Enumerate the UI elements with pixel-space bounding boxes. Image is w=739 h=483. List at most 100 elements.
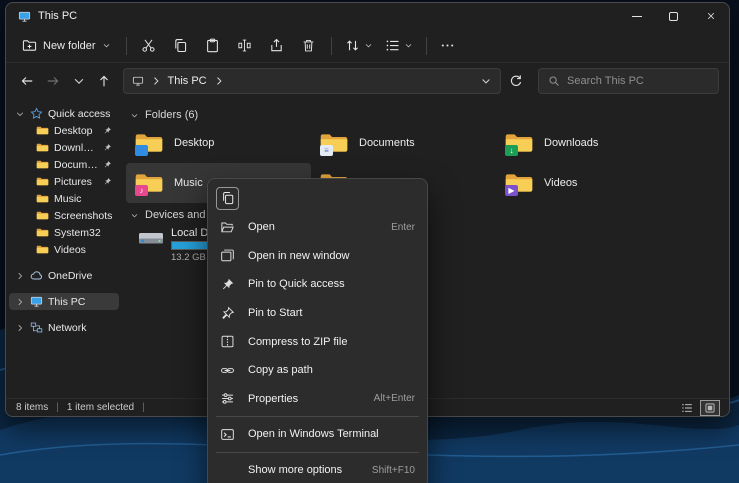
menu-item-copy-as-path[interactable]: Copy as path — [212, 356, 423, 385]
this-pc-icon — [132, 75, 144, 87]
menu-item-open[interactable]: OpenEnter — [212, 213, 423, 242]
videos-emblem-icon: ▶ — [505, 185, 518, 196]
chevron-down-icon — [130, 211, 139, 220]
chevron-down-icon — [15, 109, 25, 119]
thumbnail-view-button[interactable] — [701, 401, 719, 415]
downloads-emblem-icon: ↓ — [505, 145, 518, 156]
folder-tile-downloads[interactable]: ↓Downloads — [496, 123, 681, 163]
pin-icon — [220, 277, 238, 292]
chevron-right-icon — [150, 75, 162, 87]
cut-icon — [141, 38, 156, 53]
sidebar-item-network[interactable]: Network — [9, 319, 119, 336]
sidebar-item-screenshots[interactable]: Screenshots — [9, 207, 119, 224]
sidebar-item-downloads[interactable]: Downloads — [9, 139, 119, 156]
close-button[interactable] — [692, 3, 729, 29]
open-new-window-icon — [220, 248, 235, 263]
cloud-icon — [30, 269, 43, 282]
pin-icon — [103, 160, 112, 169]
toolbar-divider — [426, 37, 427, 55]
back-button[interactable] — [16, 69, 39, 93]
sidebar-item-videos[interactable]: Videos — [9, 241, 119, 258]
folder-icon-wrap: ♪ — [134, 171, 164, 195]
context-menu-items: OpenEnterOpen in new windowPin to Quick … — [212, 213, 423, 483]
pin-icon — [103, 177, 112, 186]
copy-button[interactable] — [166, 33, 196, 59]
documents-emblem-icon: ≡ — [320, 145, 333, 156]
menu-item-compress-to-zip-file[interactable]: Compress to ZIP file — [212, 327, 423, 356]
folder-tile-documents[interactable]: ≡ Documents — [311, 123, 496, 163]
arrow-up-icon — [97, 74, 111, 88]
pc-icon — [30, 295, 43, 308]
search-icon — [548, 75, 560, 87]
sidebar-item-onedrive[interactable]: OneDrive — [9, 267, 119, 284]
up-button[interactable] — [93, 69, 116, 93]
pin-icon — [220, 277, 235, 292]
menu-item-label: Open in Windows Terminal — [248, 428, 379, 440]
search-box[interactable] — [538, 68, 719, 94]
details-view-button[interactable] — [678, 401, 696, 415]
breadcrumb[interactable]: This PC — [168, 75, 207, 87]
toolbar-buttons — [134, 33, 324, 59]
sidebar-item-label: Screenshots — [54, 210, 112, 222]
chevron-right-icon — [15, 297, 25, 307]
delete-button[interactable] — [294, 33, 324, 59]
folders-section-header[interactable]: Folders (6) — [130, 109, 729, 121]
copy-quick-action-button[interactable] — [216, 187, 239, 210]
folders-header-label: Folders (6) — [145, 109, 198, 121]
folder-tile-videos[interactable]: ▶Videos — [496, 163, 681, 203]
sidebar-item-quick-access[interactable]: Quick access — [9, 105, 119, 122]
thumbnail-view-icon — [704, 402, 716, 414]
sidebar-item-label: Music — [54, 193, 81, 205]
folder-tile-desktop[interactable]: Desktop — [126, 123, 311, 163]
refresh-button[interactable] — [504, 69, 527, 93]
folder-icon-wrap: ▶ — [504, 171, 534, 195]
search-input[interactable] — [567, 75, 709, 87]
sort-button[interactable] — [339, 33, 379, 59]
cut-button[interactable] — [134, 33, 164, 59]
menu-item-open-in-new-window[interactable]: Open in new window — [212, 242, 423, 271]
chevron-down-icon — [72, 74, 86, 88]
menu-item-label: Open — [248, 221, 275, 233]
folder-icon — [36, 175, 49, 188]
maximize-button[interactable] — [655, 3, 692, 29]
sidebar-item-this-pc[interactable]: This PC — [9, 293, 119, 310]
pin-outline-icon — [220, 306, 235, 321]
pin-outline-icon — [220, 306, 238, 321]
menu-item-pin-to-start[interactable]: Pin to Start — [212, 299, 423, 328]
sidebar-item-music[interactable]: Music — [9, 190, 119, 207]
sidebar-item-system32[interactable]: System32 — [9, 224, 119, 241]
more-icon — [440, 38, 455, 53]
toolbar-divider — [126, 37, 127, 55]
address-dropdown-icon[interactable] — [480, 75, 492, 87]
menu-item-open-in-windows-terminal[interactable]: Open in Windows Terminal — [212, 420, 423, 449]
folder-name: Desktop — [174, 137, 214, 149]
sidebar-item-desktop[interactable]: Desktop — [9, 122, 119, 139]
menu-item-label: Compress to ZIP file — [248, 336, 347, 348]
more-options-button[interactable] — [434, 33, 462, 59]
folder-icon-wrap: ≡ — [319, 131, 349, 155]
minimize-icon — [632, 16, 642, 17]
address-bar[interactable]: This PC — [123, 68, 502, 94]
paste-button[interactable] — [198, 33, 228, 59]
forward-button[interactable] — [42, 69, 65, 93]
chevron-right-icon — [213, 75, 225, 87]
sort-icon — [345, 38, 360, 53]
share-button[interactable] — [262, 33, 292, 59]
rename-button[interactable] — [230, 33, 260, 59]
status-divider: | — [142, 402, 145, 413]
folder-name: Documents — [359, 137, 415, 149]
sidebar-item-pictures[interactable]: Pictures — [9, 173, 119, 190]
folder-icon — [36, 192, 49, 205]
menu-item-shortcut: Alt+Enter — [374, 393, 415, 404]
title-bar: This PC — [6, 3, 729, 29]
minimize-button[interactable] — [618, 3, 655, 29]
view-button[interactable] — [379, 33, 419, 59]
menu-item-label: Pin to Start — [248, 307, 302, 319]
menu-item-pin-to-quick-access[interactable]: Pin to Quick access — [212, 270, 423, 299]
menu-item-show-more-options[interactable]: Show more optionsShift+F10 — [212, 456, 423, 483]
sidebar-item-documents[interactable]: Documents — [9, 156, 119, 173]
new-folder-button[interactable]: New folder — [14, 34, 119, 57]
menu-item-properties[interactable]: PropertiesAlt+Enter — [212, 385, 423, 414]
properties-icon — [220, 391, 238, 406]
recent-locations-button[interactable] — [67, 69, 90, 93]
